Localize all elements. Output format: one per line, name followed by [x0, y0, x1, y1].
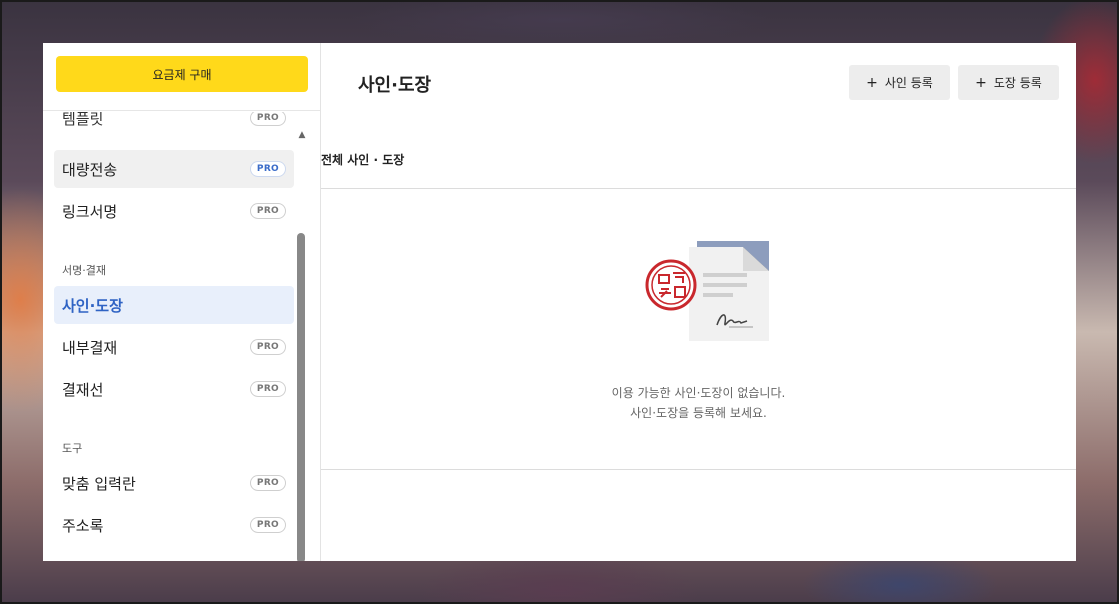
add-stamp-button[interactable]: + 도장 등록	[958, 65, 1059, 100]
sidebar-item-sign-stamp[interactable]: 사인·도장	[54, 286, 294, 324]
scroll-up-arrow-icon[interactable]: ▲	[297, 130, 307, 140]
pro-badge: PRO	[249, 517, 286, 533]
sidebar-item-bulk-send[interactable]: 대량전송 PRO	[54, 150, 294, 188]
empty-message-line1: 이용 가능한 사인·도장이 없습니다.	[611, 386, 786, 400]
buy-plan-button[interactable]: 요금제 구매	[56, 56, 308, 92]
sidebar-item-approval-line[interactable]: 결재선 PRO	[54, 370, 294, 408]
sidebar-menu: 템플릿 PRO 대량전송 PRO 링크서명 PRO 서명·결재 사인·도장 내부…	[43, 112, 295, 561]
plus-icon: +	[975, 74, 987, 91]
sidebar-item-label: 주소록	[62, 516, 104, 535]
sidebar-item-label: 링크서명	[62, 202, 118, 221]
section-subtitle: 전체 사인 · 도장	[321, 153, 405, 167]
empty-sign-stamp-illustration-icon	[645, 241, 769, 341]
add-sign-label: 사인 등록	[884, 76, 933, 90]
buy-plan-area: 요금제 구매	[43, 43, 320, 111]
sidebar-item-internal-approval[interactable]: 내부결재 PRO	[54, 328, 294, 366]
pro-badge: PRO	[249, 161, 286, 177]
sidebar-item-custom-fields[interactable]: 맞춤 입력란 PRO	[54, 464, 294, 502]
sidebar-item-label: 내부결재	[62, 338, 118, 357]
sidebar-item-label: 맞춤 입력란	[62, 474, 136, 493]
main-content: 사인·도장 + 사인 등록 + 도장 등록 전체 사인 · 도장 이용 가능한 …	[321, 43, 1076, 561]
sidebar-item-label: 사인·도장	[62, 296, 123, 315]
sidebar-item-template[interactable]: 템플릿 PRO	[54, 112, 294, 137]
empty-state: 이용 가능한 사인·도장이 없습니다. 사인·도장을 등록해 보세요.	[321, 188, 1076, 470]
sidebar-item-label: 결재선	[62, 380, 104, 399]
sidebar-item-label: 대량전송	[62, 160, 118, 179]
pro-badge: PRO	[249, 475, 286, 491]
add-stamp-label: 도장 등록	[993, 76, 1042, 90]
app-window: 요금제 구매 템플릿 PRO 대량전송 PRO 링크서명 PRO 서명·결재 사…	[43, 43, 1076, 561]
sidebar: 요금제 구매 템플릿 PRO 대량전송 PRO 링크서명 PRO 서명·결재 사…	[43, 43, 321, 561]
sidebar-item-address-book[interactable]: 주소록 PRO	[54, 506, 294, 544]
empty-message-line2: 사인·도장을 등록해 보세요.	[630, 406, 767, 420]
sidebar-item-link-sign[interactable]: 링크서명 PRO	[54, 192, 294, 230]
sidebar-scrollbar[interactable]	[297, 233, 305, 561]
add-sign-button[interactable]: + 사인 등록	[849, 65, 950, 100]
section-label-sign-approval: 서명·결재	[62, 264, 106, 277]
pro-badge: PRO	[249, 203, 286, 219]
page-title: 사인·도장	[358, 75, 432, 96]
pro-badge: PRO	[249, 339, 286, 355]
plus-icon: +	[866, 74, 878, 91]
pro-badge: PRO	[249, 112, 286, 126]
sidebar-item-label: 템플릿	[62, 112, 104, 128]
pro-badge: PRO	[249, 381, 286, 397]
section-label-tools: 도구	[62, 442, 83, 455]
